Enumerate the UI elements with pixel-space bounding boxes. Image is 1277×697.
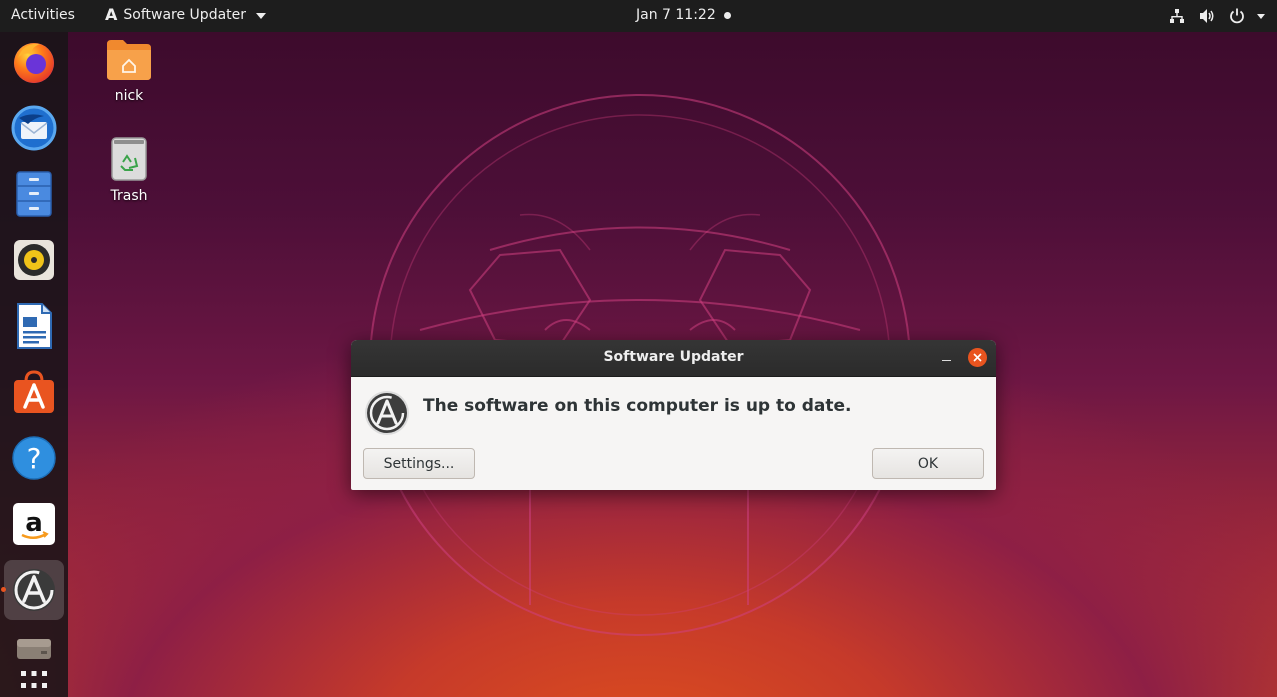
- dialog-title: Software Updater: [603, 349, 744, 365]
- minimize-icon: [941, 359, 951, 361]
- activities-button[interactable]: Activities: [11, 7, 75, 23]
- volume-icon[interactable]: [1197, 6, 1217, 26]
- desktop-trash[interactable]: Trash: [94, 136, 164, 204]
- power-icon[interactable]: [1227, 6, 1247, 26]
- svg-text:?: ?: [27, 442, 42, 475]
- dock-item-files[interactable]: [4, 164, 64, 224]
- software-updater-dialog: Software Updater The software on this co…: [351, 340, 996, 490]
- dock-item-thunderbird[interactable]: [4, 98, 64, 158]
- dialog-titlebar[interactable]: Software Updater: [351, 340, 996, 376]
- clock[interactable]: Jan 7 11:22: [636, 7, 731, 23]
- minimize-button[interactable]: [937, 348, 955, 366]
- dock-item-firefox[interactable]: [4, 32, 64, 92]
- ok-button[interactable]: OK: [872, 448, 984, 479]
- files-icon: [16, 171, 52, 217]
- drive-icon: [17, 639, 51, 659]
- app-menu-label: Software Updater: [123, 7, 247, 23]
- status-message: The software on this computer is up to d…: [423, 396, 852, 416]
- show-applications-button[interactable]: [4, 668, 64, 694]
- chevron-down-icon: [256, 13, 267, 19]
- thunderbird-icon: [11, 105, 57, 151]
- dock: ? a: [0, 32, 68, 697]
- desktop-trash-label: Trash: [110, 188, 148, 204]
- notification-dot: [723, 11, 731, 19]
- dock-item-rhythmbox[interactable]: [4, 230, 64, 290]
- dock-item-libreoffice-writer[interactable]: [4, 296, 64, 356]
- software-updater-icon: [365, 391, 409, 435]
- home-folder-icon: [107, 40, 151, 80]
- dock-item-drive[interactable]: [4, 626, 64, 670]
- amazon-icon: a: [13, 503, 55, 545]
- app-menu[interactable]: A Software Updater: [105, 5, 267, 24]
- active-indicator: [1, 587, 6, 592]
- libreoffice-writer-icon: [17, 303, 52, 349]
- clock-text: Jan 7 11:22: [636, 7, 716, 23]
- network-icon[interactable]: [1167, 6, 1187, 26]
- ubuntu-software-icon: [14, 370, 54, 413]
- chevron-down-icon[interactable]: [1257, 13, 1265, 19]
- settings-button[interactable]: Settings...: [363, 448, 475, 479]
- software-updater-icon: [13, 569, 55, 611]
- dock-item-help[interactable]: ?: [4, 428, 64, 488]
- close-icon: [973, 353, 982, 362]
- firefox-icon: [14, 43, 54, 83]
- top-bar: Activities A Software Updater Jan 7 11:2…: [0, 0, 1277, 32]
- close-button[interactable]: [968, 348, 987, 367]
- desktop-home-folder[interactable]: nick: [94, 38, 164, 104]
- trash-icon: [111, 137, 147, 181]
- dock-item-amazon[interactable]: a: [4, 494, 64, 554]
- dock-item-ubuntu-software[interactable]: [4, 362, 64, 422]
- desktop-home-label: nick: [114, 88, 144, 104]
- system-tray[interactable]: [1167, 6, 1265, 26]
- svg-text:a: a: [25, 508, 43, 538]
- rhythmbox-icon: [14, 240, 54, 280]
- dock-item-software-updater[interactable]: [4, 560, 64, 620]
- help-icon: ?: [12, 436, 56, 480]
- show-applications-icon: [21, 671, 47, 688]
- software-updater-icon: A: [105, 5, 118, 24]
- dialog-body: The software on this computer is up to d…: [351, 376, 996, 490]
